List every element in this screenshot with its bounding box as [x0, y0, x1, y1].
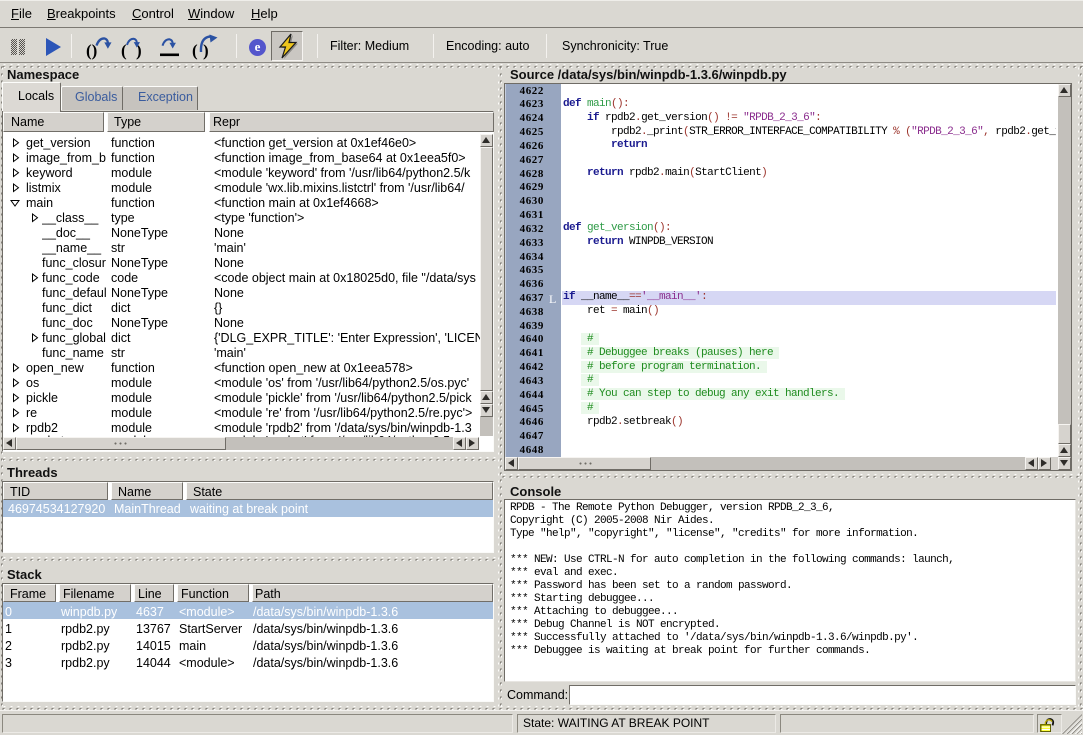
svg-text:): ) — [203, 41, 209, 60]
svg-text:(: ( — [121, 41, 127, 60]
svg-text:(): () — [86, 41, 97, 60]
svg-text:(: ( — [192, 41, 198, 60]
